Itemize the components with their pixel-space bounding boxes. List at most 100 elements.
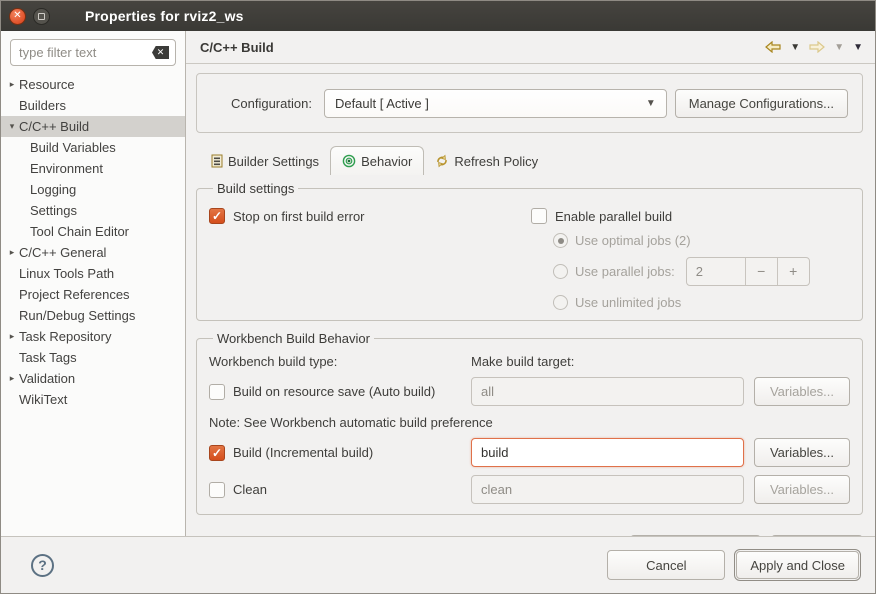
enable-parallel-build-checkbox[interactable] <box>531 208 547 224</box>
tree-item-label: Resource <box>19 77 75 92</box>
tree-arrow[interactable]: ▸ <box>6 247 18 258</box>
tree-item-label: Tool Chain Editor <box>30 224 129 239</box>
apply-and-close-button[interactable]: Apply and Close <box>736 551 859 579</box>
back-history-caret-icon[interactable]: ▼ <box>790 42 800 53</box>
spinner-increment-button: + <box>777 258 809 285</box>
tree-item[interactable]: Tool Chain Editor <box>1 221 185 242</box>
tree-item[interactable]: ▸ Validation <box>1 368 185 389</box>
behavior-icon <box>342 154 356 168</box>
spinner-decrement-button: − <box>745 258 777 285</box>
tree-arrow[interactable]: ▸ <box>6 79 18 90</box>
window-close-icon[interactable]: ✕ <box>9 8 26 25</box>
tree-item[interactable]: Task Tags <box>1 347 185 368</box>
manage-configurations-button[interactable]: Manage Configurations... <box>675 89 848 118</box>
forward-history-caret-icon[interactable]: ▼ <box>834 42 844 53</box>
tree-arrow[interactable]: ▸ <box>6 331 18 342</box>
tab-label: Builder Settings <box>228 154 319 169</box>
tree-item-label: Validation <box>19 371 75 386</box>
properties-tree: ▸ Resource Builders ▾ C/C++ Build Build … <box>1 72 185 536</box>
tree-item-label: Environment <box>30 161 103 176</box>
use-parallel-jobs-label: Use parallel jobs: <box>575 264 675 279</box>
stop-on-first-error-checkbox[interactable]: ✓ <box>209 208 225 224</box>
forward-arrow-icon[interactable] <box>809 41 825 53</box>
parallel-jobs-spinner: 2 − + <box>686 257 810 286</box>
tab-builder-settings[interactable]: Builder Settings <box>200 147 330 175</box>
incremental-build-target-input[interactable] <box>471 438 744 467</box>
workbench-note: Note: See Workbench automatic build pref… <box>209 415 850 430</box>
cancel-button[interactable]: Cancel <box>607 550 725 580</box>
incremental-variables-button[interactable]: Variables... <box>754 438 850 467</box>
tree-item[interactable]: ▾ C/C++ Build <box>1 116 185 137</box>
properties-dialog: ✕ Properties for rviz2_ws ✕ ▸ Resource B… <box>0 0 876 594</box>
tree-arrow[interactable]: ▾ <box>6 121 18 132</box>
tab-bar: Builder Settings Behavior Refresh Policy <box>196 146 863 175</box>
tree-item-label: Builders <box>19 98 66 113</box>
refresh-policy-icon <box>435 154 449 168</box>
use-parallel-jobs-radio <box>553 264 568 279</box>
tree-item[interactable]: Settings <box>1 200 185 221</box>
page-title: C/C++ Build <box>200 40 274 55</box>
build-settings-legend: Build settings <box>213 181 298 196</box>
parallel-jobs-value: 2 <box>687 264 745 279</box>
tab-refresh-policy[interactable]: Refresh Policy <box>424 147 549 175</box>
tree-arrow[interactable]: ▸ <box>6 373 18 384</box>
tree-item[interactable]: Project References <box>1 284 185 305</box>
dialog-footer: ? Cancel Apply and Close <box>1 536 875 593</box>
tab-label: Behavior <box>361 154 412 169</box>
clean-label: Clean <box>233 482 267 497</box>
tab-label: Refresh Policy <box>454 154 538 169</box>
tree-item[interactable]: Builders <box>1 95 185 116</box>
tree-item[interactable]: Linux Tools Path <box>1 263 185 284</box>
workbench-legend: Workbench Build Behavior <box>213 331 374 346</box>
tree-item[interactable]: ▸ Resource <box>1 74 185 95</box>
use-unlimited-jobs-radio <box>553 295 568 310</box>
workbench-build-behavior-group: Workbench Build Behavior Workbench build… <box>196 331 863 515</box>
configuration-value: Default [ Active ] <box>335 96 429 111</box>
use-unlimited-jobs-label: Use unlimited jobs <box>575 295 681 310</box>
tree-item-label: C/C++ Build <box>19 119 89 134</box>
tree-item-label: Logging <box>30 182 76 197</box>
window-title: Properties for rviz2_ws <box>85 8 244 24</box>
incremental-build-checkbox[interactable]: ✓ <box>209 445 225 461</box>
auto-build-label: Build on resource save (Auto build) <box>233 384 435 399</box>
make-build-target-label: Make build target: <box>471 354 744 369</box>
window-maximize-icon[interactable] <box>33 8 50 25</box>
tree-item-label: Settings <box>30 203 77 218</box>
incremental-build-label: Build (Incremental build) <box>233 445 373 460</box>
tree-item-label: Task Tags <box>19 350 77 365</box>
configuration-label: Configuration: <box>231 96 312 111</box>
tree-item-label: Run/Debug Settings <box>19 308 135 323</box>
tree-item[interactable]: Build Variables <box>1 137 185 158</box>
clean-target-input <box>471 475 744 504</box>
clean-checkbox[interactable] <box>209 482 225 498</box>
workbench-build-type-label: Workbench build type: <box>209 354 461 369</box>
tree-item[interactable]: Environment <box>1 158 185 179</box>
sidebar: ✕ ▸ Resource Builders ▾ C/C++ Build Bui <box>1 31 186 536</box>
tree-item[interactable]: ▸ Task Repository <box>1 326 185 347</box>
tree-item-label: WikiText <box>19 392 67 407</box>
tree-item-label: Project References <box>19 287 130 302</box>
auto-build-checkbox[interactable] <box>209 384 225 400</box>
titlebar: ✕ Properties for rviz2_ws <box>1 1 875 31</box>
tree-item[interactable]: Logging <box>1 179 185 200</box>
back-arrow-icon[interactable] <box>765 41 781 53</box>
help-icon[interactable]: ? <box>31 554 54 577</box>
tree-item[interactable]: ▸ C/C++ General <box>1 242 185 263</box>
main-pane: C/C++ Build ▼ ▼ ▼ Configuration: <box>186 31 875 536</box>
configuration-select[interactable]: Default [ Active ] ▼ <box>324 89 667 118</box>
stop-on-first-error-label: Stop on first build error <box>233 209 365 224</box>
build-settings-group: Build settings ✓ Stop on first build err… <box>196 181 863 321</box>
tab-behavior[interactable]: Behavior <box>330 146 424 175</box>
tree-item-label: Build Variables <box>30 140 116 155</box>
clean-variables-button: Variables... <box>754 475 850 504</box>
tree-item-label: Task Repository <box>19 329 111 344</box>
tree-item[interactable]: Run/Debug Settings <box>1 305 185 326</box>
auto-build-target-input <box>471 377 744 406</box>
tree-item-label: C/C++ General <box>19 245 106 260</box>
filter-input[interactable] <box>10 39 176 66</box>
configuration-panel: Configuration: Default [ Active ] ▼ Mana… <box>196 73 863 133</box>
tree-item[interactable]: WikiText <box>1 389 185 410</box>
combo-caret-icon: ▼ <box>646 98 656 109</box>
view-menu-caret-icon[interactable]: ▼ <box>853 42 863 53</box>
builder-settings-icon <box>211 154 223 168</box>
